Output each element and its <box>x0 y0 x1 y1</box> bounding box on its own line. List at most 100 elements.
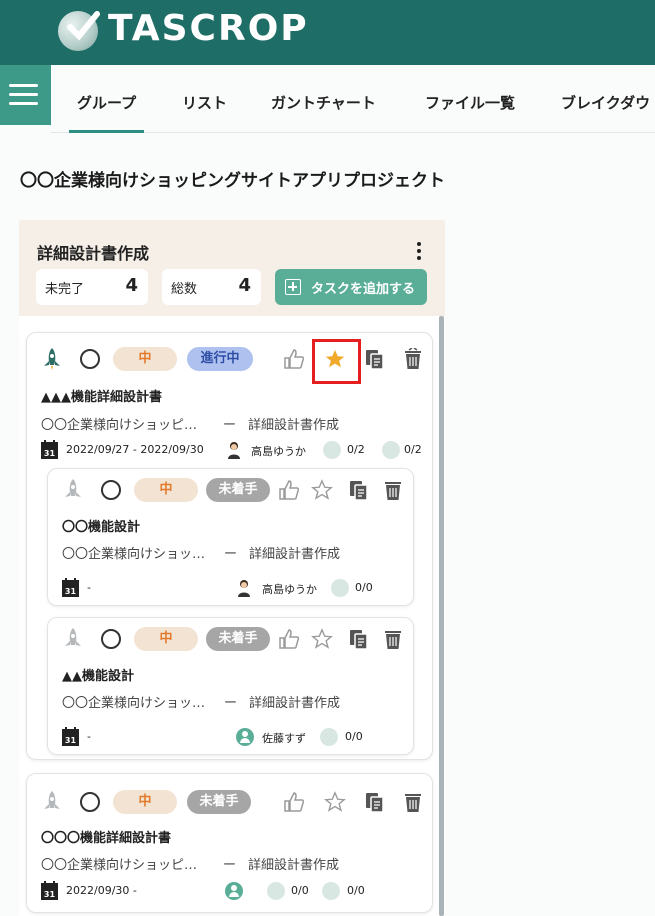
trash-icon[interactable] <box>383 628 403 650</box>
trash-icon[interactable] <box>383 479 403 501</box>
task-name[interactable]: 〇〇〇機能詳細設計書 <box>41 827 171 846</box>
project-title: 〇〇企業様向けショッピングサイトアプリプロジェクト <box>20 171 445 191</box>
group-more-icon[interactable] <box>416 242 422 260</box>
copy-icon[interactable] <box>348 479 370 501</box>
task-dates[interactable]: 2022/09/30 - <box>66 884 137 897</box>
rocket-icon[interactable] <box>41 347 63 371</box>
rocket-icon[interactable] <box>62 478 84 502</box>
separator: ー <box>224 547 238 562</box>
view-tabs: グループ リスト ガントチャート ファイル一覧 ブレイクダウ <box>51 65 655 133</box>
complete-checkbox[interactable] <box>101 629 121 649</box>
plus-icon <box>285 279 301 295</box>
priority-badge[interactable]: 中 <box>134 478 198 502</box>
trash-icon[interactable] <box>403 791 423 813</box>
default-avatar-icon[interactable] <box>225 882 243 900</box>
logo-check-icon <box>58 11 100 51</box>
total-count-box: 総数 4 <box>162 269 261 305</box>
complete-checkbox[interactable] <box>101 480 121 500</box>
task-project: 〇〇企業様向けショッ… <box>62 547 206 562</box>
thumbs-up-icon[interactable] <box>283 791 305 813</box>
incomplete-count-box: 未完了 4 <box>36 269 148 305</box>
scrollbar[interactable] <box>439 316 444 916</box>
default-avatar-icon <box>236 728 254 746</box>
calendar-icon: 31 <box>62 727 79 746</box>
svg-text:31: 31 <box>44 890 56 899</box>
svg-text:31: 31 <box>44 449 56 458</box>
subtask-card[interactable]: 中 未着手 ▲▲機能設計 〇〇企業様向けショッ… ー 詳細設計書作成 31 - … <box>47 617 414 755</box>
task-group: 詳細設計書作成 <box>248 418 340 433</box>
priority-badge[interactable]: 中 <box>113 790 177 814</box>
calendar-icon: 31 <box>62 578 79 597</box>
assignee-name[interactable]: 佐藤すず <box>262 730 306 746</box>
tab-files[interactable]: ファイル一覧 <box>425 92 515 113</box>
subtask-count: 0/0 <box>291 884 309 897</box>
tab-breakdown[interactable]: ブレイクダウ <box>561 92 650 113</box>
rocket-icon[interactable] <box>62 627 84 651</box>
complete-checkbox[interactable] <box>80 792 100 812</box>
checklist-count: 0/0 <box>347 884 365 897</box>
task-dates[interactable]: - <box>87 730 91 743</box>
hamburger-menu-button[interactable] <box>0 65 51 125</box>
task-name[interactable]: 〇〇機能設計 <box>62 516 140 535</box>
status-badge[interactable]: 未着手 <box>206 627 270 651</box>
thumbs-up-icon[interactable] <box>278 628 300 650</box>
copy-icon[interactable] <box>364 791 386 813</box>
separator: ー <box>224 696 238 711</box>
star-icon[interactable] <box>324 791 346 813</box>
task-project: 〇〇企業様向けショッ… <box>62 696 206 711</box>
task-dates[interactable]: 2022/09/27 - 2022/09/30 <box>66 443 204 456</box>
status-badge[interactable]: 進行中 <box>187 347 253 371</box>
status-badge[interactable]: 未着手 <box>206 478 270 502</box>
copy-icon[interactable] <box>348 628 370 650</box>
tab-list[interactable]: リスト <box>182 92 227 113</box>
task-dates[interactable]: - <box>87 581 91 594</box>
task-project: 〇〇企業様向けショッピ… <box>41 858 198 873</box>
copy-icon[interactable] <box>364 348 386 370</box>
checklist-count: 0/0 <box>355 581 373 594</box>
svg-text:31: 31 <box>65 587 77 596</box>
task-name[interactable]: ▲▲機能設計 <box>62 665 134 684</box>
user-avatar-icon <box>238 580 250 597</box>
calendar-icon: 31 <box>41 440 58 459</box>
calendar-icon: 31 <box>41 881 58 900</box>
add-task-button[interactable]: タスクを追加する <box>275 269 427 305</box>
status-badge[interactable]: 未着手 <box>187 790 251 814</box>
checklist-count: 0/0 <box>345 730 363 743</box>
subtask-count: 0/2 <box>347 443 365 456</box>
app-logo-text: TASCROP <box>108 8 309 49</box>
subtask-card[interactable]: 中 未着手 〇〇機能設計 〇〇企業様向けショッ… ー 詳細設計書作成 31 - … <box>47 468 414 606</box>
task-group: 詳細設計書作成 <box>249 547 341 562</box>
assignee-name[interactable]: 高島ゆうか <box>251 443 306 459</box>
svg-text:31: 31 <box>65 736 77 745</box>
thumbs-up-icon[interactable] <box>283 348 305 370</box>
task-card[interactable]: 中 未着手 〇〇〇機能詳細設計書 〇〇企業様向けショッピ… ー 詳細設計書作成 … <box>26 773 433 913</box>
app-header: TASCROP <box>0 0 655 65</box>
subtasks-icon <box>323 441 341 459</box>
rocket-icon[interactable] <box>41 790 63 814</box>
incomplete-label: 未完了 <box>45 282 85 297</box>
separator: ー <box>223 858 237 873</box>
highlight-box <box>312 339 361 384</box>
assignee-name[interactable]: 高島ゆうか <box>262 581 317 597</box>
thumbs-up-icon[interactable] <box>278 479 300 501</box>
total-label: 総数 <box>171 282 198 297</box>
task-name[interactable]: ▲▲▲機能詳細設計書 <box>41 386 162 405</box>
tab-gantt[interactable]: ガントチャート <box>271 92 376 113</box>
user-avatar-icon <box>228 442 240 459</box>
task-project: 〇〇企業様向けショッピ… <box>41 418 198 433</box>
complete-checkbox[interactable] <box>80 349 100 369</box>
star-icon[interactable] <box>311 628 333 650</box>
group-title: 詳細設計書作成 <box>37 244 150 263</box>
checklist-count: 0/2 <box>404 443 422 456</box>
total-count: 4 <box>238 275 251 296</box>
task-group: 詳細設計書作成 <box>249 696 341 711</box>
tab-group[interactable]: グループ <box>68 92 145 133</box>
priority-badge[interactable]: 中 <box>113 347 177 371</box>
subtasks-icon <box>267 882 285 900</box>
star-icon[interactable] <box>311 479 333 501</box>
checklist-icon <box>331 579 349 597</box>
task-card[interactable]: 中 進行中 ▲▲▲機能詳細設計書 〇〇企業様向けショッピ… ー 詳細設計書作成 … <box>26 332 433 760</box>
task-group: 詳細設計書作成 <box>248 858 340 873</box>
trash-icon[interactable] <box>403 348 423 370</box>
priority-badge[interactable]: 中 <box>134 627 198 651</box>
